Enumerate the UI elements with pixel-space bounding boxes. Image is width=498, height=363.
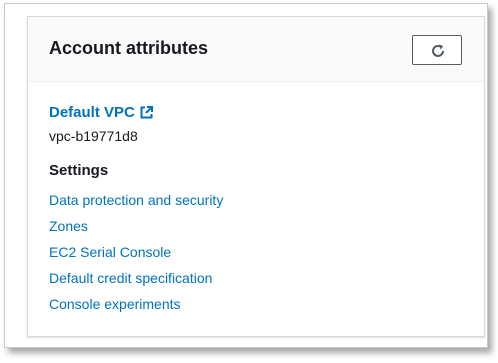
default-vpc-label: Default VPC: [49, 104, 135, 121]
refresh-icon: [432, 44, 444, 57]
settings-link-ec2-serial-console[interactable]: EC2 Serial Console: [49, 244, 223, 270]
panel-title: Account attributes: [49, 38, 209, 58]
default-vpc-id: vpc-b19771d8: [49, 128, 138, 144]
panel-header: Account attributes: [28, 17, 484, 82]
settings-heading: Settings: [49, 162, 109, 179]
screenshot-frame: Account attributes Default VPC vpc-b1977…: [4, 3, 488, 348]
settings-link-default-credit-specification[interactable]: Default credit specification: [49, 270, 223, 296]
settings-link-console-experiments[interactable]: Console experiments: [49, 296, 223, 322]
account-attributes-panel: Account attributes Default VPC vpc-b1977…: [27, 16, 485, 337]
default-vpc-link[interactable]: Default VPC: [49, 104, 153, 121]
settings-link-zones[interactable]: Zones: [49, 218, 223, 244]
external-link-icon: [140, 106, 153, 119]
settings-list: Data protection and security Zones EC2 S…: [49, 192, 223, 322]
settings-link-data-protection[interactable]: Data protection and security: [49, 192, 223, 218]
refresh-button[interactable]: [412, 35, 462, 65]
